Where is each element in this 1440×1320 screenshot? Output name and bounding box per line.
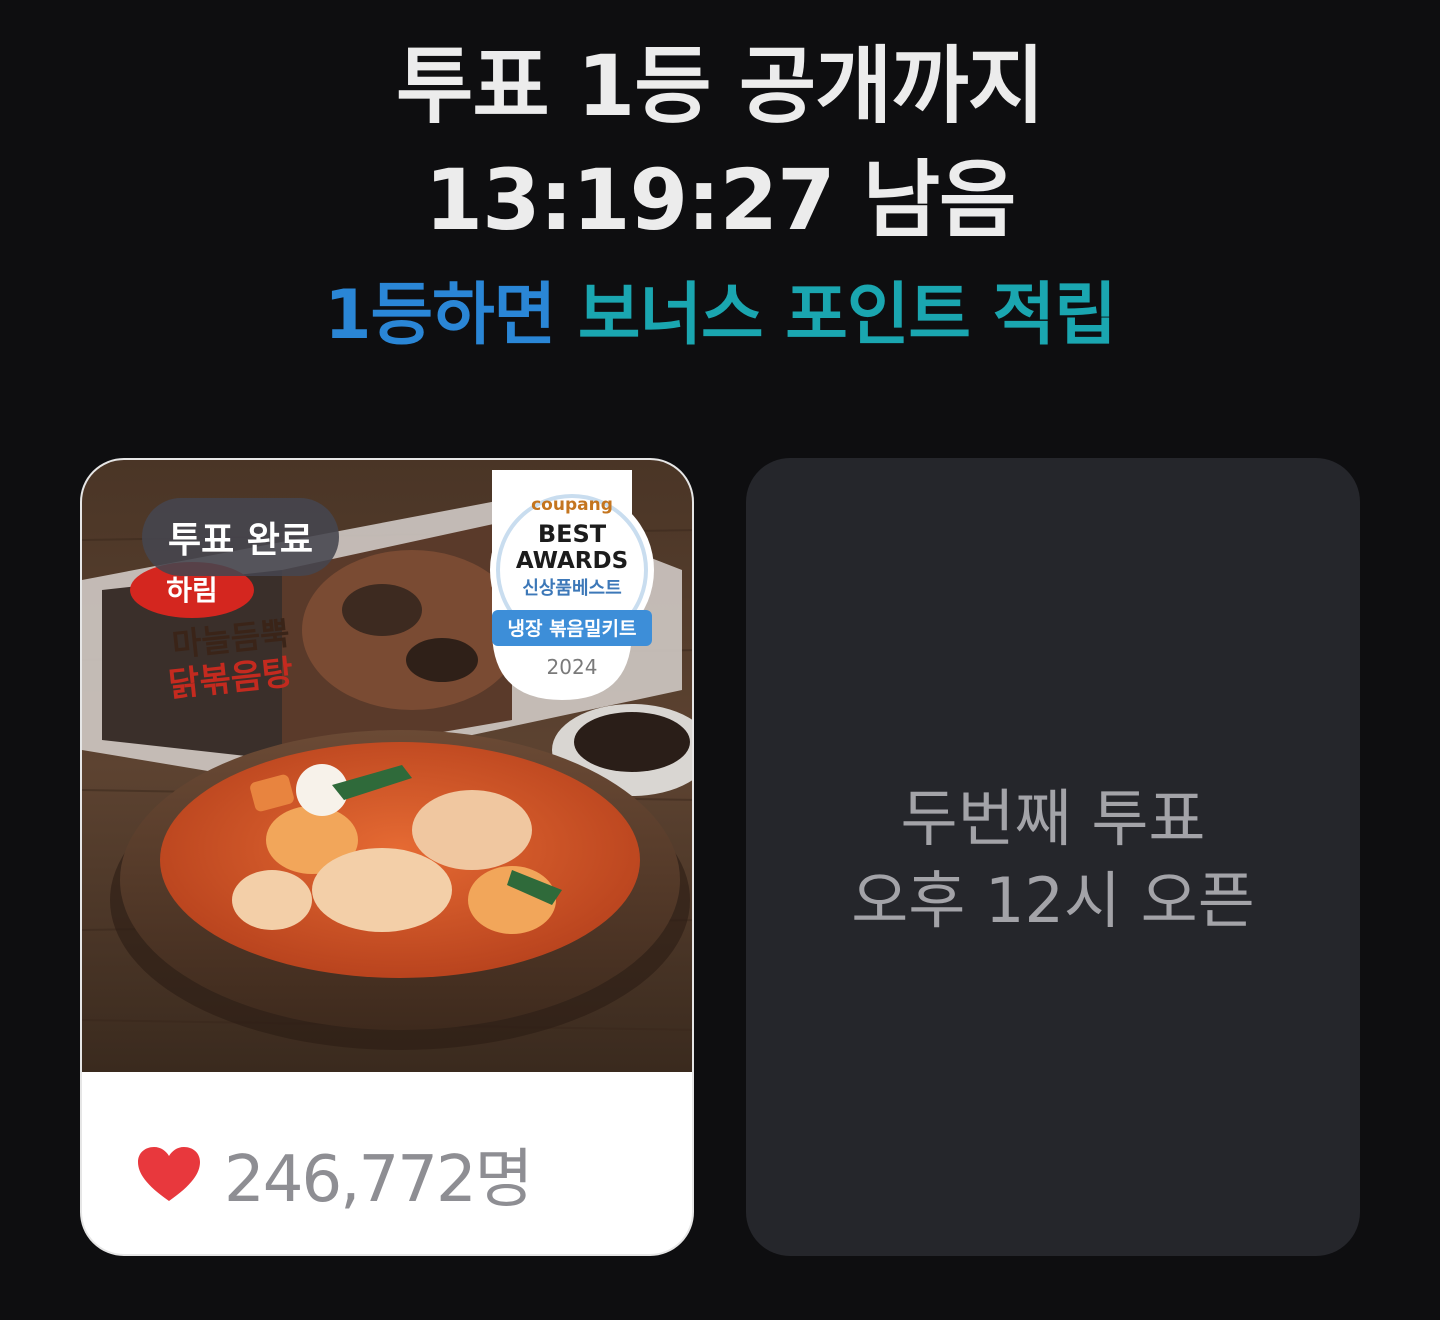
bonus-highlight: 1등하면 <box>324 276 556 355</box>
svg-text:AWARDS: AWARDS <box>516 548 628 574</box>
heart-icon[interactable] <box>136 1145 202 1203</box>
vote-title: 투표 1등 공개까지 <box>396 37 1045 135</box>
svg-text:coupang: coupang <box>531 495 613 515</box>
vote-card-first[interactable]: 하림 마늘듬뿍 닭볶음탕 coupang BEST AWARDS 신상품베스트 <box>80 458 694 1256</box>
svg-text:BEST: BEST <box>538 520 607 548</box>
svg-text:2024: 2024 <box>547 655 598 679</box>
countdown-timer: 13:19:27 남음 <box>424 151 1017 249</box>
svg-text:신상품베스트: 신상품베스트 <box>522 578 621 599</box>
vote-card-second-locked: 두번째 투표 오후 12시 오픈 <box>746 458 1360 1256</box>
bonus-message: 1등하면 보너스 포인트 적립 <box>0 282 1440 350</box>
next-vote-message: 두번째 투표 오후 12시 오픈 <box>746 778 1360 942</box>
like-count: 246,772명 <box>224 1143 534 1217</box>
next-vote-title: 두번째 투표 <box>900 782 1206 855</box>
like-info: 246,772명 <box>136 1128 534 1220</box>
next-vote-time: 오후 12시 오픈 <box>851 864 1255 937</box>
svg-text:하림: 하림 <box>166 574 218 607</box>
svg-text:냉장 볶음밀키트: 냉장 볶음밀키트 <box>508 618 637 640</box>
vote-complete-badge: 투표 완료 <box>142 498 340 576</box>
bonus-text: 보너스 포인트 적립 <box>577 276 1117 355</box>
